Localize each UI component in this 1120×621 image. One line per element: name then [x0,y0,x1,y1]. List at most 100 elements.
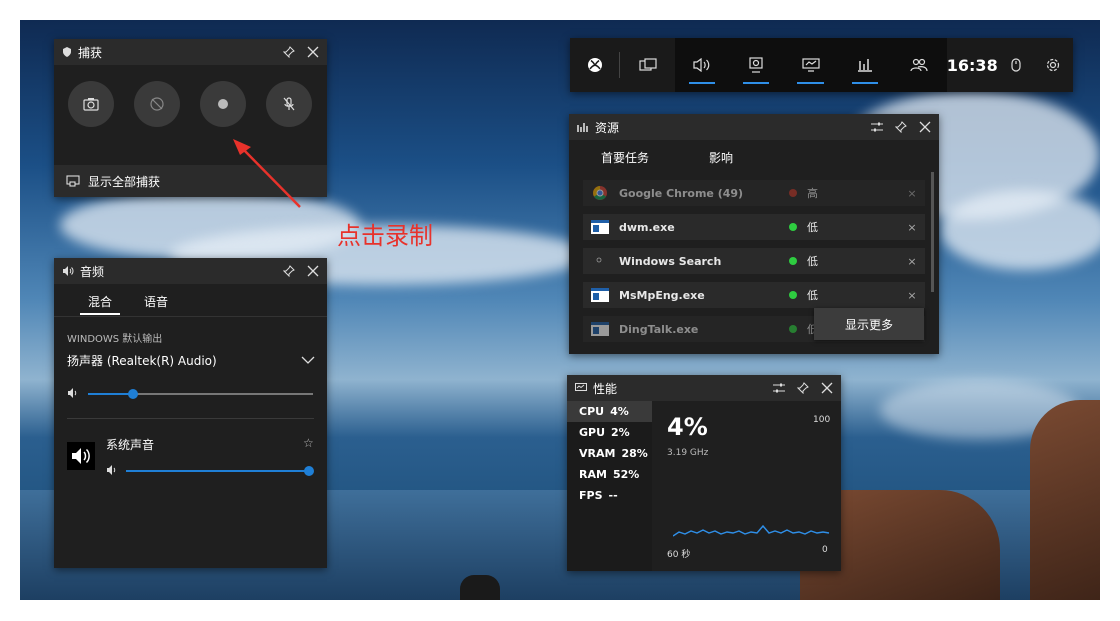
close-icon[interactable] [821,382,833,394]
metric-fps[interactable]: FPS -- [567,485,652,506]
bar-chart-icon [857,58,873,72]
mouse-settings-button[interactable] [998,38,1034,92]
metric-label: CPU [579,405,605,418]
close-icon[interactable]: × [899,221,925,234]
window-icon [589,287,611,303]
output-device-name: 扬声器 (Realtek(R) Audio) [67,353,217,368]
widget-menu-button[interactable] [620,38,674,92]
gallery-icon [66,175,80,187]
annotation-arrow [233,139,301,208]
tab-voice[interactable]: 语音 [130,287,182,315]
performance-widget: 性能 CPU 4% GPU 2% VRAM 28% RAM 52% FPS -- 4% 3.19 … [567,375,841,571]
monitor-icon [802,58,820,72]
master-volume-fill [88,393,133,395]
divider [67,418,314,419]
metric-gpu[interactable]: GPU 2% [567,422,652,443]
resource-row[interactable]: Google Chrome (49) 高 × [583,180,925,206]
annotation-text: 点击录制 [337,222,433,250]
system-sounds-icon-box [67,442,95,470]
close-icon[interactable] [307,265,319,277]
metric-value: 2% [611,426,630,439]
clock-time: 16:38 [946,55,998,75]
shield-icon [62,47,72,57]
system-sounds-label: 系统声音 [106,438,155,452]
process-impact: 低 [807,221,818,234]
resources-title: 资源 [595,120,620,135]
star-icon[interactable]: ☆ [303,436,314,450]
window-icon [589,219,611,235]
capture-icon [749,57,763,73]
options-icon[interactable] [871,121,883,133]
metric-label: VRAM [579,447,616,460]
close-icon[interactable]: × [899,187,925,200]
metric-ram[interactable]: RAM 52% [567,464,652,485]
speaker-large-icon [71,447,91,465]
xbox-button[interactable] [570,38,619,92]
record-last-button[interactable] [134,81,180,127]
speaker-icon [693,58,711,72]
options-icon[interactable] [773,382,785,394]
impact-indicator [789,257,797,265]
tab-mix[interactable]: 混合 [70,287,130,315]
graph-min-label: 0 [822,545,828,555]
master-volume-knob[interactable] [128,389,138,399]
volume-icon [67,388,79,398]
process-name: Google Chrome (49) [619,186,744,200]
bar-chart-icon [577,122,589,132]
column-top-tasks[interactable]: 首要任务 [601,149,649,166]
resource-row[interactable]: dwm.exe 低 × [583,214,925,240]
performance-metric-list: CPU 4% GPU 2% VRAM 28% RAM 52% FPS -- [567,401,652,571]
capture-titlebar: 捕获 [54,39,327,65]
impact-indicator [789,291,797,299]
output-device-select[interactable]: 扬声器 (Realtek(R) Audio) [67,350,315,370]
audio-title: 音频 [80,264,105,279]
screenshot-button[interactable] [68,81,114,127]
process-name: Windows Search [619,254,722,268]
microphone-off-icon [281,96,297,112]
show-more-button[interactable]: 显示更多 [814,308,924,340]
close-icon[interactable]: × [899,289,925,302]
audio-tabs: 混合 语音 [54,286,327,317]
mouse-icon [1011,58,1021,72]
performance-widget-button[interactable] [783,38,838,92]
clock: 16:38 [947,38,998,92]
record-last-icon [149,96,165,112]
people-icon [910,58,928,72]
pin-icon[interactable] [283,46,295,58]
audio-widget-button[interactable] [674,38,730,92]
pin-icon[interactable] [895,121,907,133]
close-icon[interactable]: × [899,255,925,268]
chevron-down-icon [301,356,315,364]
system-sounds-volume-knob[interactable] [304,466,314,476]
column-impact[interactable]: 影响 [709,149,733,166]
process-name: dwm.exe [619,220,675,234]
master-volume-slider[interactable] [88,389,313,399]
resource-row[interactable]: Windows Search 低 × [583,248,925,274]
pin-icon[interactable] [797,382,809,394]
metric-cpu[interactable]: CPU 4% [567,401,652,422]
show-more-label: 显示更多 [844,317,893,332]
resource-row[interactable]: MsMpEng.exe 低 × [583,282,925,308]
volume-icon [106,465,118,475]
close-icon[interactable] [919,121,931,133]
metric-label: FPS [579,489,603,502]
pin-icon[interactable] [283,265,295,277]
system-sounds-volume-slider[interactable] [126,466,314,476]
microphone-toggle-button[interactable] [266,81,312,127]
metric-value: 4% [610,405,629,418]
metric-value: 52% [612,468,640,481]
settings-button[interactable] [1034,38,1074,92]
metric-vram[interactable]: VRAM 28% [567,443,652,464]
performance-frequency: 3.19 GHz [667,448,709,458]
scrollbar[interactable] [931,172,934,292]
capture-widget-button[interactable] [729,38,784,92]
gear-icon [1045,57,1061,73]
start-recording-button[interactable] [200,81,246,127]
process-name: MsMpEng.exe [619,288,705,302]
metric-label: GPU [579,426,606,439]
close-icon[interactable] [307,46,319,58]
performance-titlebar: 性能 [567,375,841,401]
resources-widget-button[interactable] [837,38,893,92]
impact-indicator [789,325,797,333]
social-widget-button[interactable] [892,38,947,92]
